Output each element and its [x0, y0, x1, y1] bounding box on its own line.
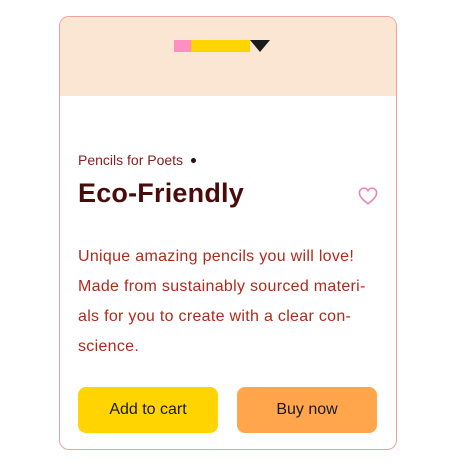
pencil-body: [191, 40, 250, 52]
description-line: als for you to create with a clear con-: [78, 308, 352, 325]
description-line: Made from sustainably sourced materi-: [78, 278, 366, 295]
product-card: Pencils for Poets Eco-Friendly Unique am…: [59, 16, 397, 450]
product-title: Eco-Friendly: [78, 178, 244, 208]
description-line: Unique amazing pencils you will love!: [78, 248, 355, 265]
pencil-tip: [250, 40, 270, 52]
description-line: science.: [78, 338, 140, 355]
card-header: [60, 17, 396, 96]
add-to-cart-button[interactable]: Add to cart: [78, 387, 218, 433]
pencil-icon: [174, 40, 270, 52]
product-meta: Pencils for Poets: [78, 152, 197, 168]
dot-separator-icon: [191, 157, 197, 163]
product-description: Unique amazing pencils you will love! Ma…: [78, 242, 378, 362]
buy-now-button[interactable]: Buy now: [237, 387, 377, 433]
brand-label: Pencils for Poets: [78, 152, 184, 168]
pencil-eraser: [174, 40, 191, 52]
card-body: Pencils for Poets Eco-Friendly Unique am…: [60, 96, 396, 449]
heart-icon[interactable]: [358, 187, 378, 205]
